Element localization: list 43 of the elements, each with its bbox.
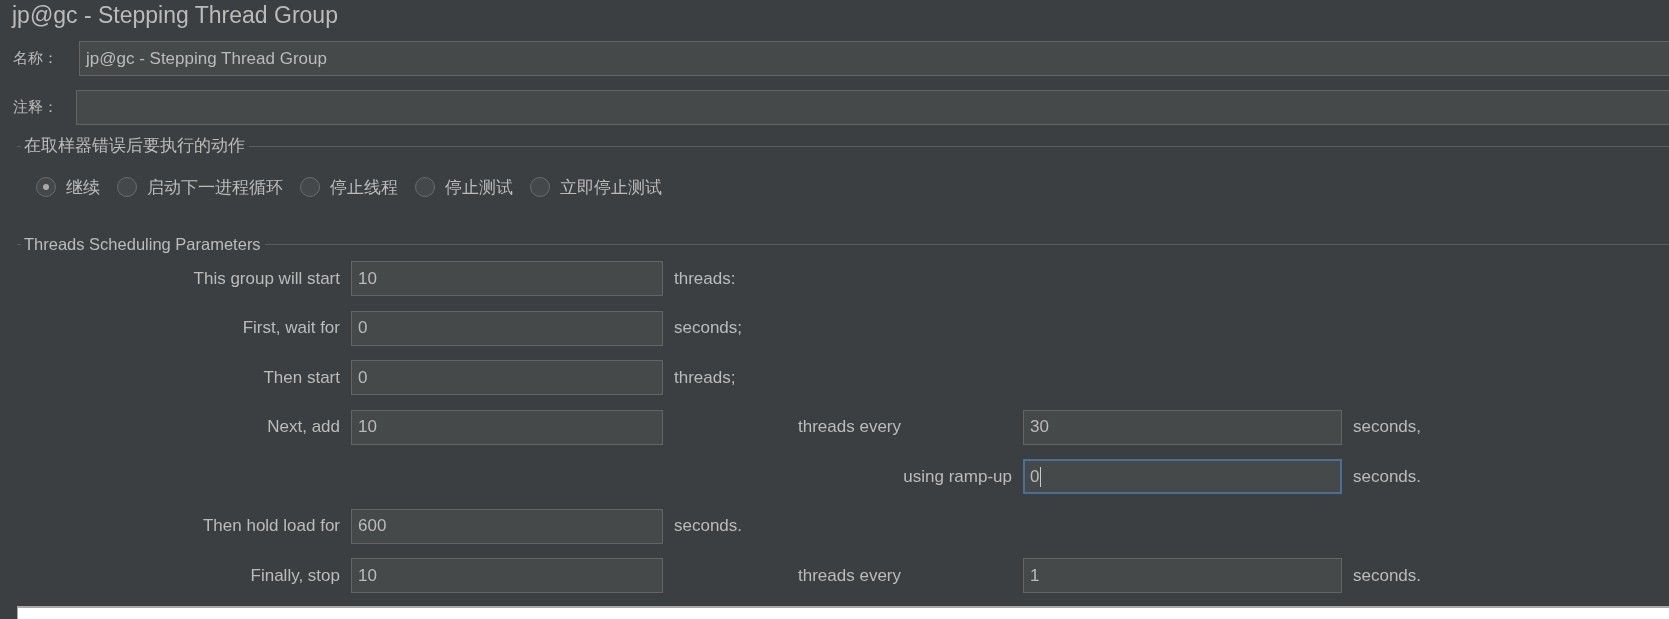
field-label: This group will start	[193, 268, 340, 289]
comment-field[interactable]	[76, 90, 1669, 125]
name-label: 名称：	[13, 49, 58, 68]
field-label: First, wait for	[242, 318, 340, 338]
section-title: 在取样器错误后要执行的动作	[24, 135, 245, 156]
number-field[interactable]: 0	[1023, 459, 1342, 494]
radio-option[interactable]: 继续	[36, 175, 100, 199]
number-field[interactable]: 0	[351, 310, 663, 346]
radio-option[interactable]: 立即停止测试	[530, 175, 662, 199]
field-label: Then start	[263, 367, 340, 388]
unit-label: threads;	[674, 367, 736, 388]
radio-option[interactable]: 停止线程	[300, 175, 398, 199]
number-field[interactable]: 600	[351, 508, 663, 544]
field-label: using ramp-up	[903, 466, 1012, 487]
field-label: threads every	[798, 417, 901, 437]
radio-button[interactable]	[36, 177, 56, 197]
radio-button[interactable]	[530, 177, 550, 197]
field-label: Next, add	[267, 417, 340, 437]
number-field[interactable]: 10	[351, 261, 663, 296]
field-label: threads every	[798, 565, 901, 586]
radio-option[interactable]: 启动下一进程循环	[117, 175, 283, 199]
field-label: Finally, stop	[250, 565, 340, 586]
unit-label: seconds;	[674, 318, 743, 338]
radio-button[interactable]	[300, 177, 320, 197]
number-field[interactable]: 0	[351, 360, 663, 395]
radio-button[interactable]	[117, 177, 137, 197]
unit-label: threads:	[674, 268, 736, 289]
field-label: Then hold load for	[202, 516, 340, 536]
section-title: Threads Scheduling Parameters	[24, 234, 261, 254]
unit-label: seconds,	[1353, 417, 1422, 437]
text-cursor	[1040, 466, 1042, 487]
unit-label: seconds.	[1353, 565, 1422, 586]
number-field[interactable]: 10	[351, 409, 663, 445]
unit-label: seconds.	[1353, 466, 1422, 487]
radio-option[interactable]: 停止测试	[415, 175, 513, 199]
number-field[interactable]: 10	[351, 558, 663, 593]
comment-label: 注释：	[13, 98, 58, 117]
panel-title: jp@gc - Stepping Thread Group	[10, 1, 339, 30]
number-field[interactable]: 30	[1023, 409, 1342, 445]
number-field[interactable]: 1	[1023, 558, 1342, 593]
name-field[interactable]: jp@gc - Stepping Thread Group	[79, 41, 1669, 76]
unit-label: seconds.	[674, 516, 743, 536]
radio-button[interactable]	[415, 177, 435, 197]
